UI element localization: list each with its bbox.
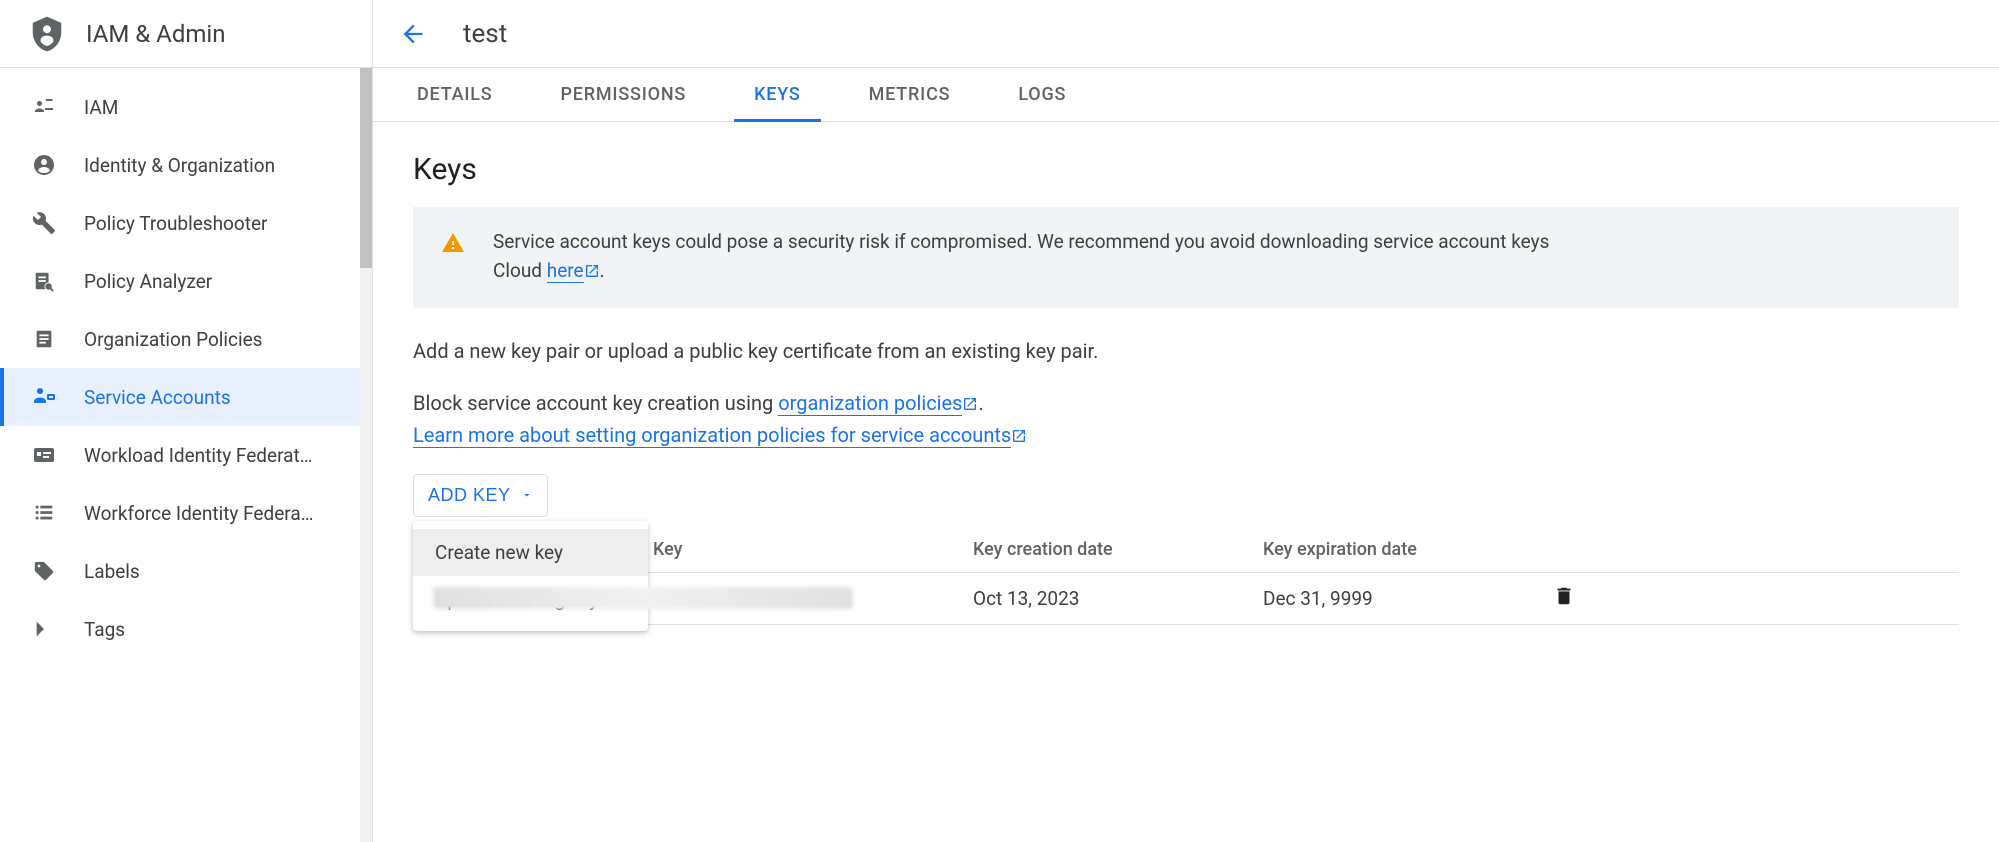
dropdown-create-new-key[interactable]: Create new key [413, 529, 648, 576]
tab-permissions[interactable]: PERMISSIONS [557, 68, 691, 121]
nav-label: Tags [84, 618, 125, 641]
warning-period: . [600, 259, 605, 282]
cell-expiration-date: Dec 31, 9999 [1263, 587, 1553, 610]
tag-icon [32, 559, 56, 583]
sidebar-title: IAM & Admin [86, 20, 226, 48]
nav-item-org-policies[interactable]: Organization Policies [0, 310, 372, 368]
add-key-label: ADD KEY [428, 485, 511, 506]
tab-metrics[interactable]: METRICS [865, 68, 955, 121]
nav-item-identity-org[interactable]: Identity & Organization [0, 136, 372, 194]
nav-label: Workforce Identity Federa… [84, 502, 313, 525]
sidebar: IAM & Admin IAM Identity & Organization … [0, 0, 373, 842]
external-link-icon [584, 258, 600, 287]
nav-label: Organization Policies [84, 328, 262, 351]
page-icon [32, 327, 56, 351]
nav-item-labels[interactable]: Labels [0, 542, 372, 600]
chevron-icon [32, 617, 56, 641]
delete-key-button[interactable] [1553, 585, 1613, 612]
cell-creation-date: Oct 13, 2023 [973, 587, 1263, 610]
col-creation: Key creation date [973, 539, 1263, 560]
section-title-keys: Keys [413, 152, 1959, 187]
warning-icon [441, 231, 465, 259]
learn-more-link[interactable]: Learn more about setting organization po… [413, 423, 1011, 448]
nav-item-workforce-identity[interactable]: Workforce Identity Federa… [0, 484, 372, 542]
service-account-icon [32, 385, 56, 409]
content-area: Keys Service account keys could pose a s… [373, 122, 1999, 655]
main-content: test DETAILS PERMISSIONS KEYS METRICS LO… [373, 0, 1999, 842]
nav-label: Policy Analyzer [84, 270, 212, 293]
tab-logs[interactable]: LOGS [1014, 68, 1070, 121]
nav-label: Labels [84, 560, 140, 583]
analyzer-icon [32, 269, 56, 293]
cell-key [653, 587, 973, 609]
iam-icon [32, 95, 56, 119]
nav-item-policy-troubleshooter[interactable]: Policy Troubleshooter [0, 194, 372, 252]
col-expiration: Key expiration date [1263, 539, 1553, 560]
info-block-suffix: . [978, 391, 983, 415]
sidebar-nav: IAM Identity & Organization Policy Troub… [0, 68, 372, 658]
nav-label: Service Accounts [84, 386, 231, 409]
tab-details[interactable]: DETAILS [413, 68, 497, 121]
warning-text-prefix: Service account keys could pose a securi… [493, 230, 1549, 253]
add-key-dropdown: Create new key Upload existing key [413, 521, 648, 631]
redacted-key-value [433, 587, 853, 609]
warning-banner: Service account keys could pose a securi… [413, 207, 1959, 308]
main-header: test [373, 0, 1999, 68]
page-title: test [463, 19, 507, 49]
info-add-key: Add a new key pair or upload a public ke… [413, 336, 1959, 366]
nav-item-tags[interactable]: Tags [0, 600, 372, 658]
nav-item-policy-analyzer[interactable]: Policy Analyzer [0, 252, 372, 310]
person-circle-icon [32, 153, 56, 177]
warning-text-cloud: Cloud [493, 259, 547, 282]
nav-label: Identity & Organization [84, 154, 275, 177]
list-icon [32, 501, 56, 525]
arrow-left-icon [399, 20, 427, 48]
external-link-icon [1011, 422, 1027, 452]
nav-label: Policy Troubleshooter [84, 212, 267, 235]
back-button[interactable] [393, 14, 433, 54]
tab-keys[interactable]: KEYS [750, 68, 805, 121]
add-key-button[interactable]: ADD KEY [413, 474, 548, 517]
warning-here-link[interactable]: here [547, 259, 584, 283]
sidebar-header: IAM & Admin [0, 0, 372, 68]
scrollbar-thumb[interactable] [360, 68, 372, 268]
warning-text: Service account keys could pose a securi… [493, 227, 1549, 288]
shield-icon [28, 15, 66, 53]
trash-icon [1553, 585, 1575, 607]
col-key: Key [653, 539, 973, 560]
nav-item-iam[interactable]: IAM [0, 78, 372, 136]
nav-item-workload-identity[interactable]: Workload Identity Federat… [0, 426, 372, 484]
tabs: DETAILS PERMISSIONS KEYS METRICS LOGS [373, 68, 1999, 122]
info-block-prefix: Block service account key creation using [413, 391, 778, 415]
card-icon [32, 443, 56, 467]
nav-item-service-accounts[interactable]: Service Accounts [0, 368, 372, 426]
nav-label: IAM [84, 96, 118, 119]
nav-label: Workload Identity Federat… [84, 444, 312, 467]
org-policies-link[interactable]: organization policies [778, 391, 962, 416]
info-block: Block service account key creation using… [413, 388, 1959, 452]
external-link-icon [962, 390, 978, 420]
dropdown-arrow-icon [521, 489, 533, 501]
wrench-icon [32, 211, 56, 235]
